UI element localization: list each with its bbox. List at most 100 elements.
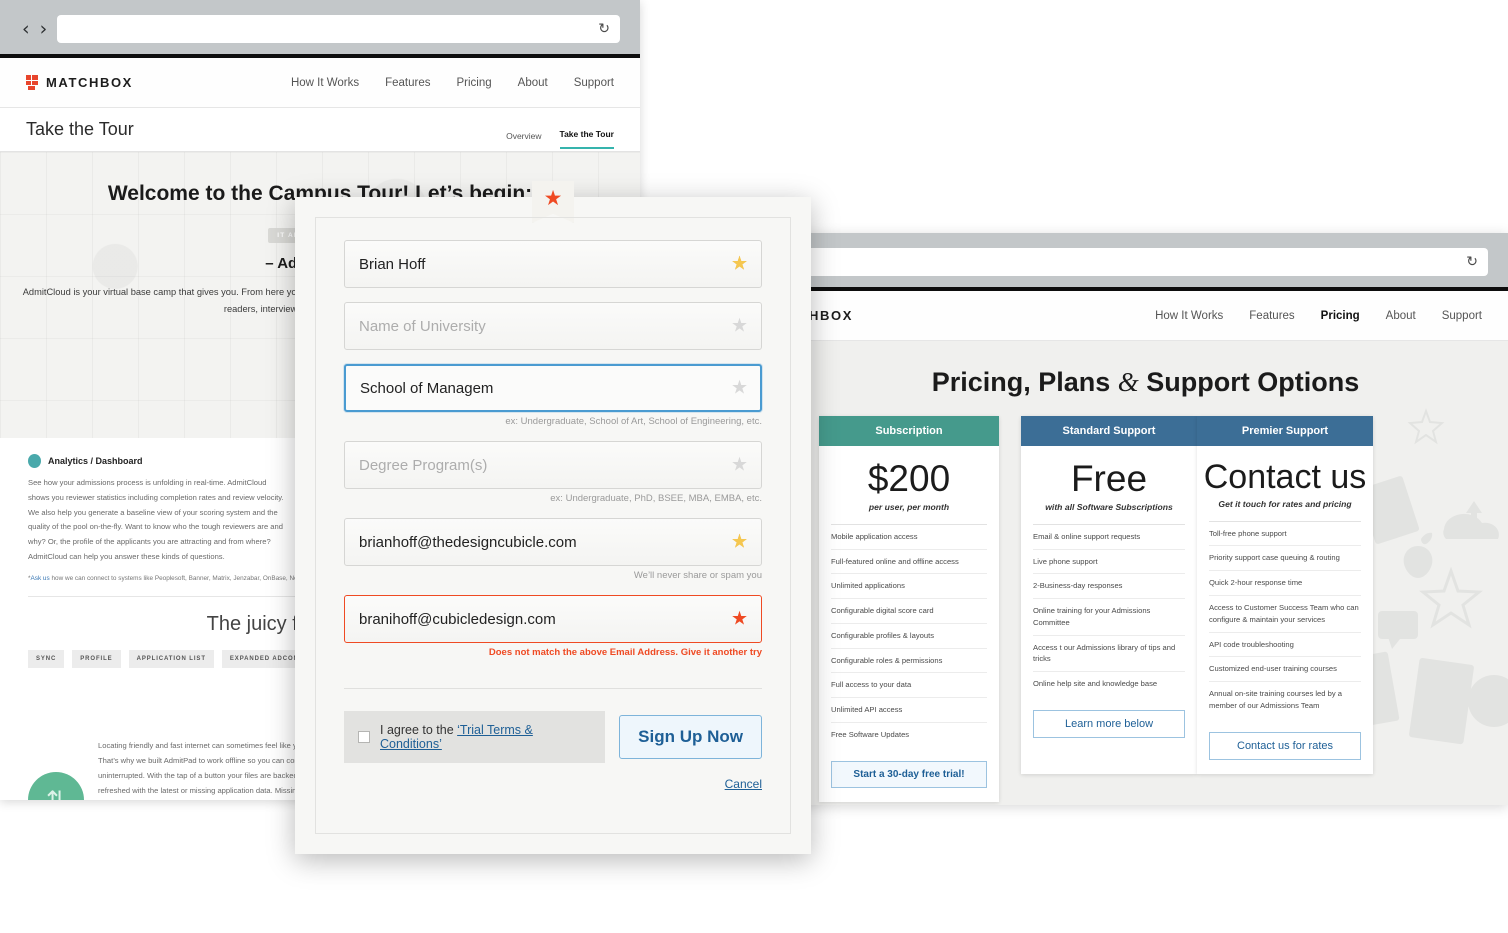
learn-more-button[interactable]: Learn more below: [1033, 710, 1185, 738]
required-star-icon: ★: [731, 533, 748, 552]
field-school: ★: [344, 364, 762, 412]
optional-star-icon: ★: [731, 456, 748, 475]
card-price-subscription: $200: [819, 446, 999, 499]
nav-item-support-right[interactable]: Support: [1442, 310, 1482, 322]
field-email: ★: [344, 518, 762, 566]
reload-icon-right[interactable]: ↻: [1466, 254, 1478, 270]
address-bar-left[interactable]: ↻: [57, 15, 620, 43]
contact-us-for-rates-button[interactable]: Contact us for rates: [1209, 732, 1361, 760]
nav-item-how-it-works[interactable]: How It Works: [291, 77, 359, 89]
list-item: Free Software Updates: [831, 722, 987, 747]
terms-checkbox[interactable]: [358, 731, 370, 743]
pricing-cards: Subscription $200 per user, per month Mo…: [783, 416, 1508, 802]
site-header-right: HBOX How It Works Features Pricing About…: [783, 291, 1508, 341]
back-icon[interactable]: ‹: [22, 20, 30, 39]
page-title: Take the Tour: [26, 119, 134, 140]
list-item: 2-Business-day responses: [1033, 573, 1185, 598]
field-confirm-email: ★: [344, 595, 762, 643]
card-price-premier: Contact us: [1197, 446, 1373, 496]
main-nav-right: How It Works Features Pricing About Supp…: [1155, 310, 1482, 322]
confirm-email-error: Does not match the above Email Address. …: [344, 647, 762, 658]
list-item: Access to Customer Success Team who can …: [1209, 595, 1361, 632]
full-name-input[interactable]: [344, 240, 762, 288]
start-free-trial-button[interactable]: Start a 30-day free trial!: [831, 761, 987, 788]
card-feature-list-subscription: Mobile application access Full-featured …: [819, 524, 999, 757]
reload-icon[interactable]: ↻: [598, 21, 610, 37]
list-item: Mobile application access: [831, 524, 987, 549]
pricing-card-premier-support: Premier Support Contact us Get it touch …: [1197, 416, 1373, 774]
list-item: Full access to your data: [831, 672, 987, 697]
site-header-left: MATCHBOX How It Works Features Pricing A…: [0, 58, 640, 108]
school-input[interactable]: [344, 364, 762, 412]
sign-up-button[interactable]: Sign Up Now: [619, 715, 762, 759]
tag-sync[interactable]: SYNC: [28, 650, 64, 668]
list-item: Quick 2-hour response time: [1209, 570, 1361, 595]
matchbox-logo-right[interactable]: HBOX: [809, 308, 853, 323]
list-item: Email & online support requests: [1033, 524, 1185, 549]
form-actions: I agree to the ‘Trial Terms & Conditions…: [344, 711, 762, 763]
card-header-subscription: Subscription: [819, 416, 999, 446]
card-price-sub-standard: with all Software Subscriptions: [1021, 499, 1197, 524]
pricing-page-title: Pricing, Plans & Support Options: [783, 367, 1508, 398]
terms-prefix: I agree to the: [380, 723, 457, 737]
nav-item-support[interactable]: Support: [574, 77, 614, 89]
cancel-link[interactable]: Cancel: [344, 777, 762, 791]
pie-chart-icon: [28, 454, 41, 468]
pricing-title-part2: Support Options: [1139, 367, 1359, 397]
card-price-sub-subscription: per user, per month: [819, 499, 999, 524]
email-input[interactable]: [344, 518, 762, 566]
required-star-icon: ★: [731, 255, 748, 274]
matchbox-logo[interactable]: MATCHBOX: [26, 75, 133, 90]
address-bar-right[interactable]: ↻: [797, 248, 1488, 276]
list-item: Online training for your Admissions Comm…: [1033, 598, 1185, 635]
subtab-overview[interactable]: Overview: [506, 131, 541, 149]
list-item: Access t our Admissions library of tips …: [1033, 635, 1185, 672]
pricing-card-subscription: Subscription $200 per user, per month Mo…: [819, 416, 999, 802]
degree-hint: ex: Undergraduate, PhD, BSEE, MBA, EMBA,…: [344, 493, 762, 504]
nav-item-pricing-right[interactable]: Pricing: [1321, 310, 1360, 322]
list-item: Configurable roles & permissions: [831, 648, 987, 673]
feature-text: See how your admissions process is unfol…: [28, 476, 288, 565]
card-price-sub-premier: Get it touch for rates and pricing: [1197, 496, 1373, 521]
nav-item-features-right[interactable]: Features: [1249, 310, 1294, 322]
optional-star-icon: ★: [731, 317, 748, 336]
university-input[interactable]: [344, 302, 762, 350]
support-cards-group: Standard Support Free with all Software …: [1021, 416, 1373, 774]
optional-star-icon: ★: [731, 379, 748, 398]
ask-us-link[interactable]: Ask us: [31, 575, 50, 582]
email-hint: We’ll never share or spam you: [344, 570, 762, 581]
list-item: Toll-free phone support: [1209, 521, 1361, 546]
list-item: Annual on-site training courses led by a…: [1209, 681, 1361, 718]
nav-buttons-left: ‹ ›: [22, 20, 47, 39]
nav-item-pricing[interactable]: Pricing: [457, 77, 492, 89]
list-item: API code troubleshooting: [1209, 632, 1361, 657]
error-star-icon: ★: [731, 610, 748, 629]
terms-agreement-row[interactable]: I agree to the ‘Trial Terms & Conditions…: [344, 711, 605, 763]
feature-title: Analytics / Dashboard: [48, 456, 143, 466]
tag-application-list[interactable]: APPLICATION LIST: [129, 650, 214, 668]
subtab-take-the-tour[interactable]: Take the Tour: [560, 129, 614, 149]
nav-item-how-it-works-right[interactable]: How It Works: [1155, 310, 1223, 322]
forward-icon[interactable]: ›: [40, 20, 48, 39]
pricing-card-standard-support: Standard Support Free with all Software …: [1021, 416, 1197, 774]
degree-programs-input[interactable]: [344, 441, 762, 489]
pricing-page-body: Pricing, Plans & Support Options Subscri…: [783, 341, 1508, 805]
signup-form: ★ ★ ★ ex: Undergraduate, School of Art, …: [315, 217, 791, 834]
nav-item-about-right[interactable]: About: [1386, 310, 1416, 322]
browser-chrome-left: ‹ › ↻: [0, 0, 640, 58]
matchbox-logo-icon: [26, 75, 39, 90]
main-nav-left: How It Works Features Pricing About Supp…: [291, 77, 614, 89]
nav-item-about[interactable]: About: [518, 77, 548, 89]
browser-window-pricing: ↻ HBOX How It Works Features Pricing Abo…: [783, 233, 1508, 805]
signup-modal: ★ ★ ★ ★ ex: Undergraduate, School of Art…: [295, 197, 811, 854]
list-item: Configurable profiles & layouts: [831, 623, 987, 648]
card-header-standard: Standard Support: [1021, 416, 1197, 446]
card-feature-list-premier: Toll-free phone support Priority support…: [1197, 521, 1373, 728]
feature-column: Analytics / Dashboard See how your admis…: [28, 454, 288, 565]
page-subheader: Take the Tour Overview Take the Tour: [0, 108, 640, 152]
tag-profile[interactable]: PROFILE: [72, 650, 120, 668]
field-degree-programs: ★: [344, 441, 762, 489]
nav-item-features[interactable]: Features: [385, 77, 430, 89]
school-hint: ex: Undergraduate, School of Art, School…: [344, 416, 762, 427]
confirm-email-input[interactable]: [344, 595, 762, 643]
